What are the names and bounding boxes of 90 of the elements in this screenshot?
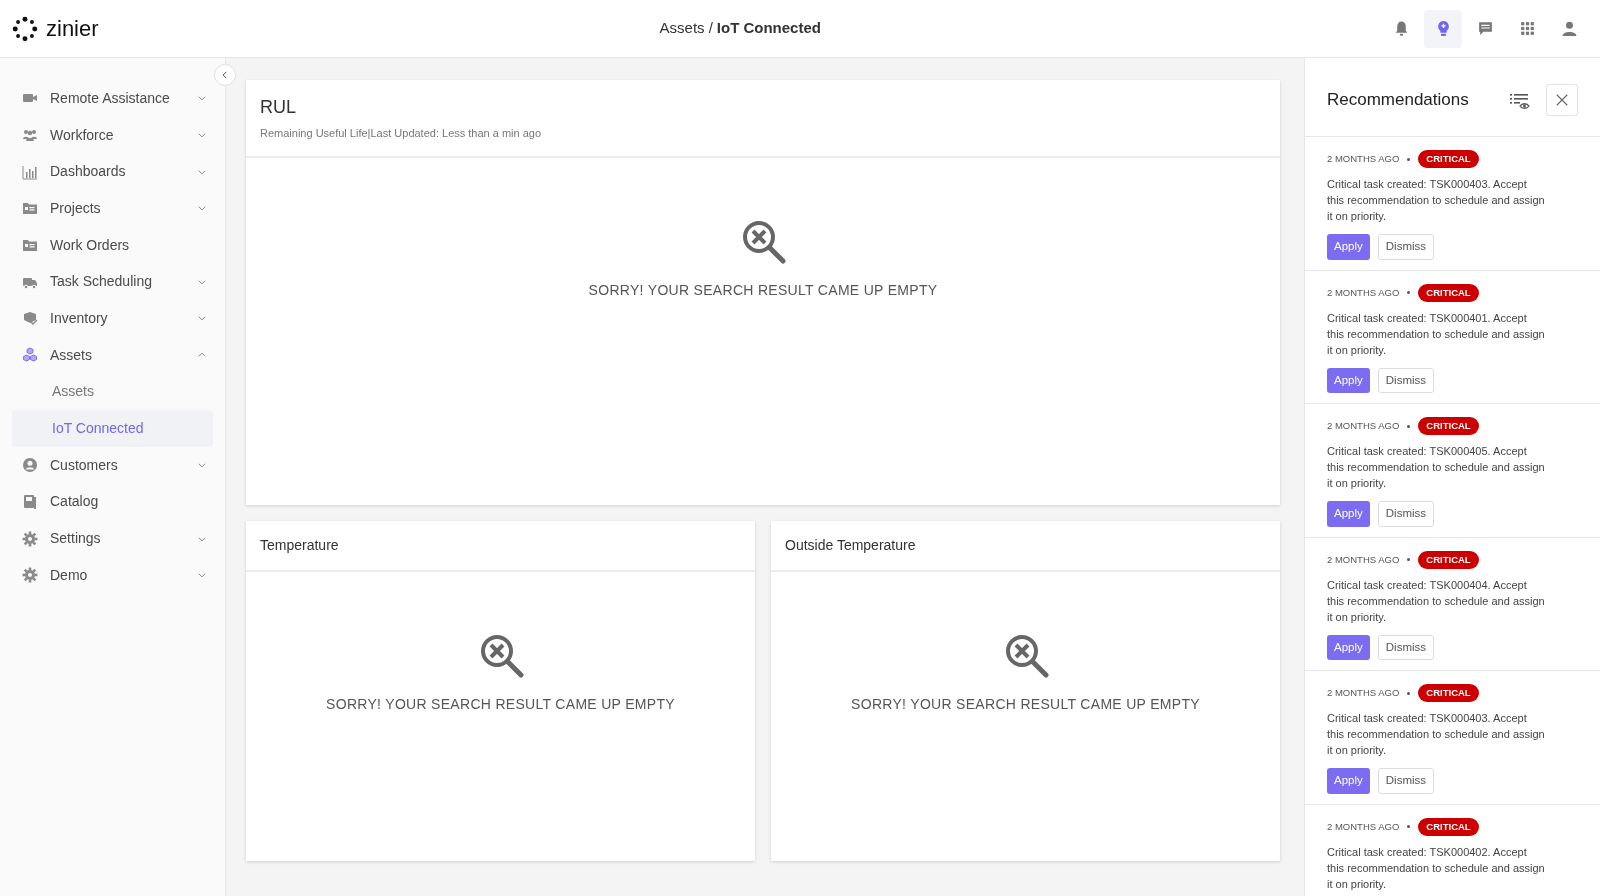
box-check-icon [22,310,38,327]
separator-dot-icon [1407,157,1411,161]
timestamp: 2 MONTHS AGO [1327,552,1400,567]
book-icon [22,493,38,510]
empty-message: SORRY! YOUR SEARCH RESULT CAME UP EMPTY [588,280,938,300]
dismiss-button[interactable]: Dismiss [1377,367,1435,393]
breadcrumb-link[interactable]: Assets [659,17,705,40]
recommendation-text: Critical task created: TSK000403. Accept this recommendation to schedule and assign it on priority. [1327,711,1545,759]
breadcrumb-current: IoT Connected [716,18,821,39]
dismiss-button[interactable]: Dismiss [1377,634,1435,660]
dismiss-button[interactable]: Dismiss [1377,501,1435,527]
sidebar-item[interactable]: Workforce [12,116,213,154]
breadcrumb-separator: / [708,18,713,39]
list-eye-icon [1510,91,1530,110]
folder-icon [22,200,38,217]
sidebar-item-label: Customers [50,455,119,475]
severity-tag: CRITICAL [1418,684,1479,703]
recommendation-text: Critical task created: TSK000404. Accept this recommendation to schedule and assign it on priority. [1327,577,1545,625]
chevron-left-icon [220,70,230,80]
sidebar-item[interactable]: Work Orders [12,226,213,264]
timestamp: 2 MONTHS AGO [1327,285,1400,300]
sidebar-item-label: Assets [50,345,93,365]
separator-dot-icon [1407,291,1411,295]
user-icon [1560,20,1578,37]
sidebar-item[interactable]: Settings [12,520,213,557]
person-circle-icon [22,457,38,474]
separator-dot-icon [1407,691,1411,695]
sidebar-item-label: Inventory [50,308,109,328]
sidebar-item-label: Catalog [50,492,100,512]
severity-tag: CRITICAL [1418,817,1479,836]
sidebar-item[interactable]: Dashboards [12,153,213,191]
timestamp: 2 MONTHS AGO [1327,419,1400,433]
folder-icon [22,237,38,254]
sidebar-item-label: Dashboards [50,162,127,182]
people-icon [22,127,38,144]
severity-tag: CRITICAL [1418,283,1479,302]
sidebar-item[interactable]: Customers [12,446,213,484]
apply-button[interactable]: Apply [1327,634,1370,660]
sidebar-item-label: Work Orders [50,235,131,255]
gear-icon [22,567,38,584]
sidebar-item[interactable]: Assets [12,336,213,374]
cubes-icon [22,347,38,364]
separator-dot-icon [1407,825,1411,829]
severity-tag: CRITICAL [1418,417,1479,436]
recommendation-text: Critical task created: TSK000403. Accept this recommendation to schedule and assign it on priority. [1327,177,1545,225]
sidebar-item-label: Projects [50,198,102,218]
sidebar-subitem[interactable]: IoT Connected [12,410,213,447]
empty-message: SORRY! YOUR SEARCH RESULT CAME UP EMPTY [851,695,1200,714]
bar-chart-icon [22,163,38,180]
recommendation-text: Critical task created: TSK000401. Accept this recommendation to schedule and assign it on priority. [1327,310,1545,358]
severity-tag: CRITICAL [1418,150,1479,169]
gear-icon [22,530,38,547]
card-title: RUL [260,96,297,119]
sidebar-item[interactable]: Catalog [12,483,213,521]
sidebar-item[interactable]: Task Scheduling [12,263,213,301]
sidebar-subitem[interactable]: Assets [12,373,213,411]
sidebar-item[interactable]: Inventory [12,300,213,337]
apply-button[interactable]: Apply [1327,501,1370,527]
timestamp: 2 MONTHS AGO [1327,686,1400,700]
card-title: Temperature [260,536,340,555]
sidebar-item-label: Demo [50,565,89,585]
separator-dot-icon [1407,424,1411,428]
card-title: Outside Temperature [785,536,917,555]
close-icon [1555,93,1569,107]
dismiss-button[interactable]: Dismiss [1377,768,1435,794]
dismiss-button[interactable]: Dismiss [1377,234,1435,260]
sidebar-item-label: Remote Assistance [50,88,171,108]
apply-button[interactable]: Apply [1327,768,1370,794]
recommendation-text: Critical task created: TSK000405. Accept this recommendation to schedule and assign it on priority. [1327,444,1545,492]
sidebar-item-label: Task Scheduling [50,272,153,292]
sidebar-item[interactable]: Projects [12,190,213,227]
chat-icon [1476,20,1494,37]
sidebar-item-label: Workforce [50,125,115,145]
apply-button[interactable]: Apply [1327,234,1370,260]
sidebar-item-label: Settings [50,529,102,549]
separator-dot-icon [1407,558,1411,562]
logo-text: zinier [46,15,99,43]
card-subtitle: Remaining Useful Life|Last Updated: Less than a min ago [260,126,543,141]
apply-button[interactable]: Apply [1327,367,1370,393]
empty-message: SORRY! YOUR SEARCH RESULT CAME UP EMPTY [326,695,675,714]
apps-grid-icon [1518,20,1536,37]
dotted-circle-logo-icon [12,15,38,42]
panel-title: Recommendations [1327,89,1470,112]
timestamp: 2 MONTHS AGO [1327,152,1400,166]
sidebar-item[interactable]: Remote Assistance [12,80,213,117]
timestamp: 2 MONTHS AGO [1327,819,1400,834]
lightbulb-button[interactable] [1424,9,1462,48]
recommendation-text: Critical task created: TSK000402. Accept this recommendation to schedule and assign it on priority. [1327,844,1545,892]
sidebar-item[interactable]: Demo [12,556,213,594]
severity-tag: CRITICAL [1418,550,1479,569]
